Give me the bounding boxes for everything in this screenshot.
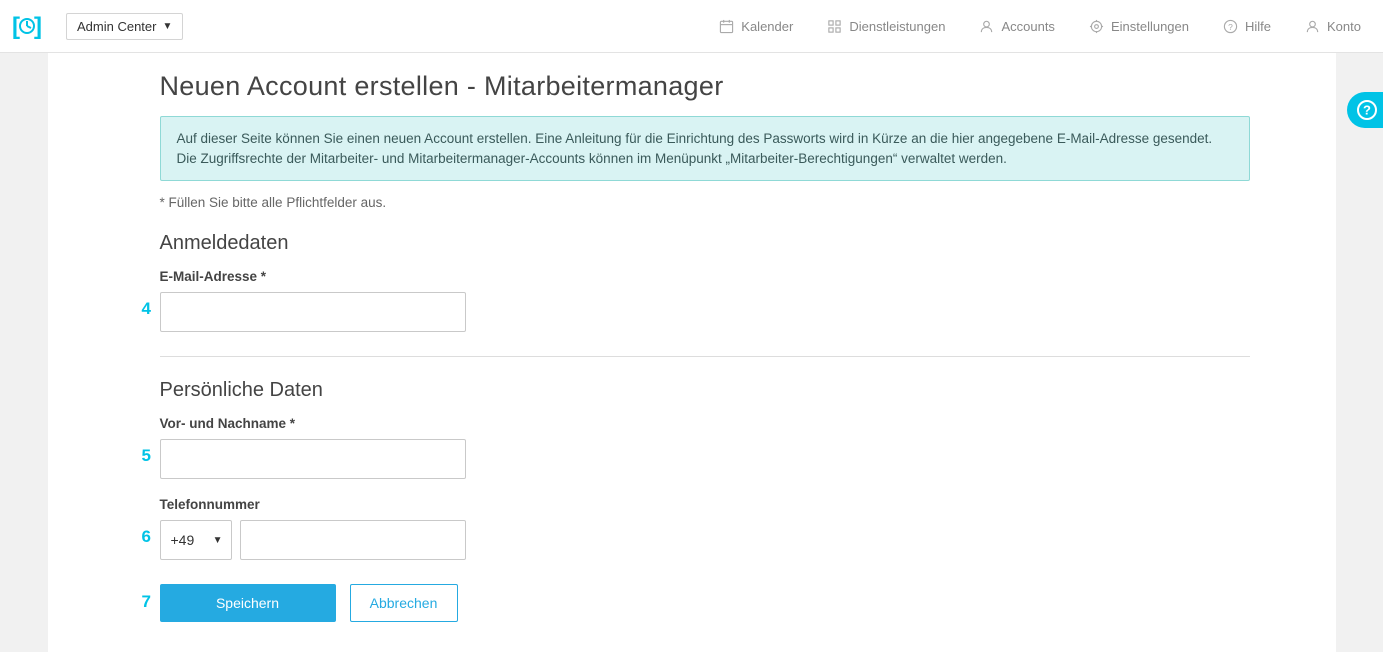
nav-einstellungen[interactable]: Einstellungen	[1089, 19, 1189, 34]
phone-prefix-value: +49	[171, 532, 195, 548]
svg-text:?: ?	[1363, 103, 1371, 118]
help-fab[interactable]: ?	[1347, 92, 1383, 128]
page-title: Neuen Account erstellen - Mitarbeiterman…	[160, 71, 1250, 102]
marker-4: 4	[142, 299, 151, 319]
nav-hilfe[interactable]: ? Hilfe	[1223, 19, 1271, 34]
name-label: Vor- und Nachname *	[160, 416, 1250, 431]
main-content: Neuen Account erstellen - Mitarbeiterman…	[48, 53, 1336, 652]
nav-konto[interactable]: Konto	[1305, 19, 1361, 34]
cancel-button[interactable]: Abbrechen	[350, 584, 458, 622]
section-login-heading: Anmeldedaten	[160, 232, 1250, 255]
phone-prefix-select[interactable]: +49 ▼	[160, 520, 232, 560]
nav-kalender-label: Kalender	[741, 19, 793, 34]
phone-label: Telefonnummer	[160, 497, 1250, 512]
caret-down-icon: ▼	[213, 535, 223, 546]
section-personal-heading: Persönliche Daten	[160, 379, 1250, 402]
info-box: Auf dieser Seite können Sie einen neuen …	[160, 116, 1250, 181]
section-divider	[160, 356, 1250, 357]
admin-center-label: Admin Center	[77, 19, 156, 34]
svg-text:?: ?	[1228, 21, 1233, 31]
save-button[interactable]: Speichern	[160, 584, 336, 622]
top-nav: Kalender Dienstleistungen Accounts Einst…	[719, 19, 1371, 34]
nav-accounts[interactable]: Accounts	[979, 19, 1054, 34]
nav-dienstleistungen[interactable]: Dienstleistungen	[827, 19, 945, 34]
email-input[interactable]	[160, 292, 466, 332]
button-row: 7 Speichern Abbrechen	[160, 584, 1250, 622]
caret-down-icon: ▼	[162, 21, 172, 32]
phone-field-group: 6 Telefonnummer +49 ▼	[160, 497, 1250, 560]
email-field-group: 4 E-Mail-Adresse *	[160, 269, 1250, 332]
name-input[interactable]	[160, 439, 466, 479]
nav-accounts-label: Accounts	[1001, 19, 1054, 34]
nav-konto-label: Konto	[1327, 19, 1361, 34]
name-field-group: 5 Vor- und Nachname *	[160, 416, 1250, 479]
marker-5: 5	[142, 446, 151, 466]
top-header: [ ] Admin Center ▼ Kalender Dienstleistu…	[0, 0, 1383, 53]
email-label: E-Mail-Adresse *	[160, 269, 1250, 284]
phone-number-input[interactable]	[240, 520, 466, 560]
logo-icon: [ ]	[12, 11, 42, 41]
nav-dienst-label: Dienstleistungen	[849, 19, 945, 34]
required-fields-note: * Füllen Sie bitte alle Pflichtfelder au…	[160, 195, 1250, 210]
svg-text:]: ]	[34, 13, 42, 40]
nav-kalender[interactable]: Kalender	[719, 19, 793, 34]
nav-hilfe-label: Hilfe	[1245, 19, 1271, 34]
admin-center-dropdown[interactable]: Admin Center ▼	[66, 13, 183, 40]
svg-text:[: [	[12, 13, 20, 40]
marker-7: 7	[142, 592, 151, 612]
nav-einstellungen-label: Einstellungen	[1111, 19, 1189, 34]
marker-6: 6	[142, 527, 151, 547]
